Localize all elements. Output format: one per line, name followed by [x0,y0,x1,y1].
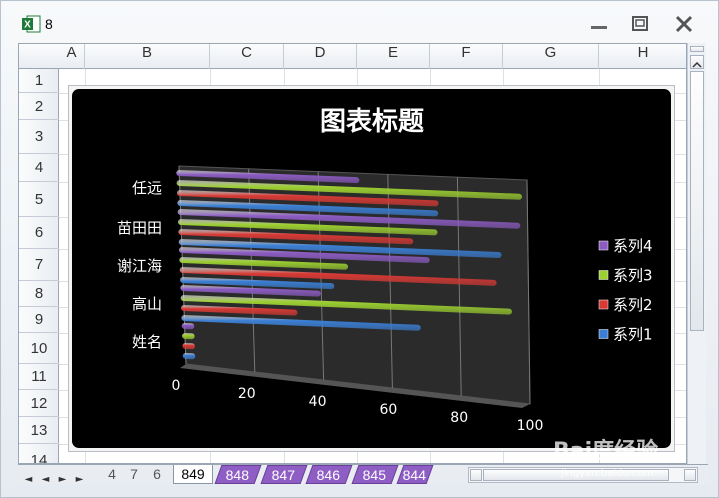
row-header[interactable]: 14 [19,444,59,463]
bar-系列4 [181,323,195,330]
category-label: 谢江海 [117,257,162,275]
sheet-tab[interactable]: 4 [102,465,122,484]
category-label: 任远 [132,179,162,197]
x-tick-label: 0 [172,378,181,394]
minimize-icon[interactable] [588,15,610,33]
excel-icon: X [22,15,41,33]
bar-系列3 [182,333,195,340]
sheet-tab-label: 849 [181,466,205,482]
chart-area[interactable]: 图表标题 0 20 40 60 80 100 姓名 高山 谢江海 苗田田 任远系列4 系列3 系列2 系列1 [72,89,671,448]
baidu-watermark: Bai度经验 [553,439,659,464]
column-headers: ABCDEFGH [19,44,686,69]
sheet-tab-label: 846 [316,467,341,483]
column-header[interactable]: A [59,44,85,69]
bar-系列2 [182,343,195,350]
sheet-tab[interactable]: 7 [124,465,144,484]
scroll-up-button[interactable] [690,55,704,69]
x-tick-label: 20 [238,386,256,402]
legend-label: 系列1 [613,326,653,344]
sheet-tab[interactable]: 848 [214,465,262,484]
window-title: 8 [45,16,53,32]
column-header[interactable]: F [430,44,503,69]
sheet-tab-label: 6 [153,466,161,482]
row-header[interactable]: 12 [19,390,59,417]
column-header[interactable]: C [210,44,284,69]
scroll-left-button[interactable] [470,469,482,481]
next-sheet-button[interactable]: ► [54,474,71,485]
sheet-tab[interactable]: 847 [260,465,308,484]
first-sheet-button[interactable]: ◄ [20,474,37,485]
column-header[interactable]: B [85,44,210,69]
column-header[interactable]: D [284,44,357,69]
title-bar: X 8 [1,1,719,41]
sheet-tab-label: 848 [225,467,250,483]
row-header[interactable]: 10 [19,333,59,364]
x-tick-label: 40 [309,394,327,410]
category-label: 苗田田 [117,219,162,237]
row-header[interactable]: 7 [19,249,59,281]
column-header[interactable]: G [503,44,599,69]
category-label: 高山 [132,295,162,313]
legend-swatch [598,299,609,310]
last-sheet-button[interactable]: ► [71,474,88,485]
column-header[interactable]: E [357,44,430,69]
restore-icon[interactable] [629,15,651,33]
sheet-tab[interactable]: 845 [351,465,399,484]
sheet-tab[interactable]: 846 [305,465,353,484]
scroll-right-button[interactable] [684,469,696,481]
sheet-tab-label: 847 [271,467,296,483]
excel-window: X 8 ABCDEFGH 1 2 3 4 5 6 7 8 9 10 11 12 13 14 图表标题 0 20… [0,0,719,498]
row-header[interactable]: 5 [19,182,59,217]
sheet-tab[interactable]: 6 [146,465,168,484]
column-header[interactable]: H [599,44,686,69]
legend-swatch [598,270,609,280]
legend-label: 系列3 [613,267,653,285]
close-icon[interactable] [673,15,695,33]
row-header[interactable]: 3 [19,120,59,154]
row-header[interactable]: 13 [19,417,59,444]
tab-navigation: ◄ ◄ ► ► [20,467,94,485]
row-header[interactable]: 9 [19,307,59,333]
x-tick-label: 80 [450,410,468,426]
baidu-watermark-url: jingyan.baidu.com [561,468,654,479]
row-header[interactable]: 2 [19,93,59,120]
bar-chart: 图表标题 0 20 40 60 80 100 姓名 高山 谢江海 苗田田 任远系列4 系列3 系列2 系列1 [117,107,653,434]
row-header[interactable]: 6 [19,217,59,249]
split-handle[interactable] [690,46,704,52]
sheet-tab-label: 7 [130,466,138,482]
arrow-up-icon [692,61,702,68]
row-header[interactable]: 11 [19,364,59,390]
scroll-thumb[interactable] [690,71,704,331]
row-header[interactable]: 1 [19,69,59,93]
legend-label: 系列2 [613,296,653,314]
prev-sheet-button[interactable]: ◄ [37,474,54,485]
row-header[interactable]: 4 [19,154,59,182]
x-tick-label: 100 [517,418,544,434]
row-headers: 1 2 3 4 5 6 7 8 9 10 11 12 13 14 [19,69,59,463]
vertical-scrollbar[interactable] [687,43,706,464]
svg-text:X: X [24,20,31,31]
category-label: 姓名 [132,333,162,351]
x-tick-label: 60 [379,402,397,418]
legend-label: 系列4 [613,237,653,255]
row-header[interactable]: 8 [19,281,59,307]
legend-swatch [598,329,609,339]
sheet-tab-label: 844 [402,467,427,483]
sheet-tab[interactable]: 849 [173,465,213,484]
chart-title: 图表标题 [320,107,424,137]
legend-swatch [598,240,609,251]
sheet-tab-label: 4 [108,466,116,482]
sheet-tab-label: 845 [362,467,387,483]
bar-系列1 [182,353,196,360]
sheet-tab[interactable]: 844 [396,465,434,484]
